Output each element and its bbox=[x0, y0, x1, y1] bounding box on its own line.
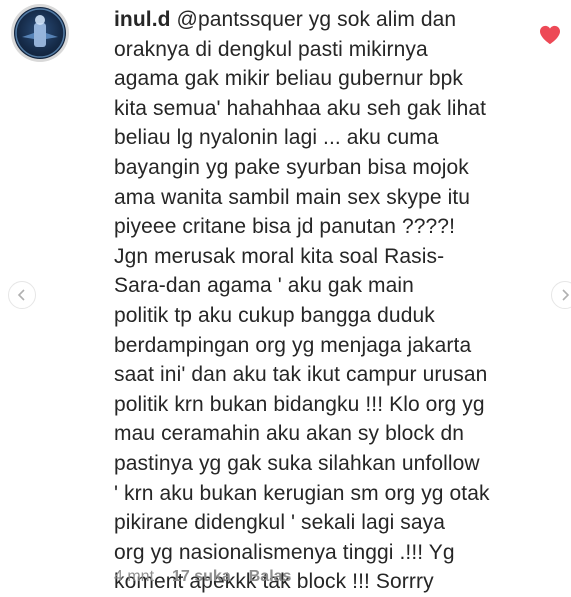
next-arrow-button[interactable] bbox=[551, 281, 571, 309]
comment-line-2: agama gak mikir beliau gubernur bpk bbox=[114, 67, 464, 91]
comment-line-13: politik krn bukan bidangku !!! Klo org y… bbox=[114, 392, 485, 416]
previous-arrow-button[interactable] bbox=[8, 281, 36, 309]
comment-line-10: politik tp aku cukup bangga duduk bbox=[114, 303, 435, 327]
like-count[interactable]: 17 suka bbox=[172, 568, 231, 586]
comment-line-15: pastinya yg gak suka silahkan unfollow bbox=[114, 451, 480, 475]
comment-line-1: oraknya di dengkul pasti mikirnya bbox=[114, 37, 428, 61]
mention-link[interactable]: @pantssquer bbox=[177, 8, 303, 31]
comment-line-16: ' krn aku bukan kerugian sm org yg otak bbox=[114, 481, 490, 505]
comment-line-5: bayangin yg pake syurban bisa mojok bbox=[114, 155, 469, 179]
comment-line-9: Sara-dan agama ' aku gak main bbox=[114, 274, 414, 298]
comment-line-11: berdampingan org yg menjaga jakarta bbox=[114, 333, 472, 357]
comment-meta: 4 mnt 17 suka Balas bbox=[114, 568, 291, 586]
comment-line-3: kita semua' hahahhaa aku seh gak lihat bbox=[114, 96, 487, 120]
username[interactable]: inul.d bbox=[114, 8, 171, 31]
comment-line-7: piyeee critane bisa jd panutan ????! bbox=[114, 215, 456, 239]
comment-body: inul.d @pantssquer yg sok alim dan orakn… bbox=[114, 5, 524, 597]
comment-line-14: mau ceramahin aku akan sy block dn bbox=[114, 422, 465, 446]
comment-line-17: pikirane didengkul ' sekali lagi saya bbox=[114, 511, 446, 535]
comment-line-12: saat ini' dan aku tak ikut campur urusan bbox=[114, 363, 488, 387]
comment-line-4: beliau lg nyalonin lagi ... aku cuma bbox=[114, 126, 439, 150]
chevron-right-icon bbox=[562, 289, 570, 301]
like-heart-icon[interactable] bbox=[539, 25, 561, 45]
comment-line-8: Jgn merusak moral kita soal Rasis- bbox=[114, 244, 445, 268]
comment-line-0: yg sok alim dan bbox=[302, 8, 457, 31]
comment-line-18: org yg nasionalismenya tinggi .!!! Yg bbox=[114, 540, 455, 564]
comment-time: 4 mnt bbox=[114, 568, 155, 585]
chevron-left-icon bbox=[17, 289, 25, 301]
avatar[interactable] bbox=[11, 4, 69, 62]
reply-button[interactable]: Balas bbox=[249, 568, 292, 586]
comment-line-6: ama wanita sambil main sex skype itu bbox=[114, 185, 471, 209]
avatar-image bbox=[14, 7, 66, 59]
